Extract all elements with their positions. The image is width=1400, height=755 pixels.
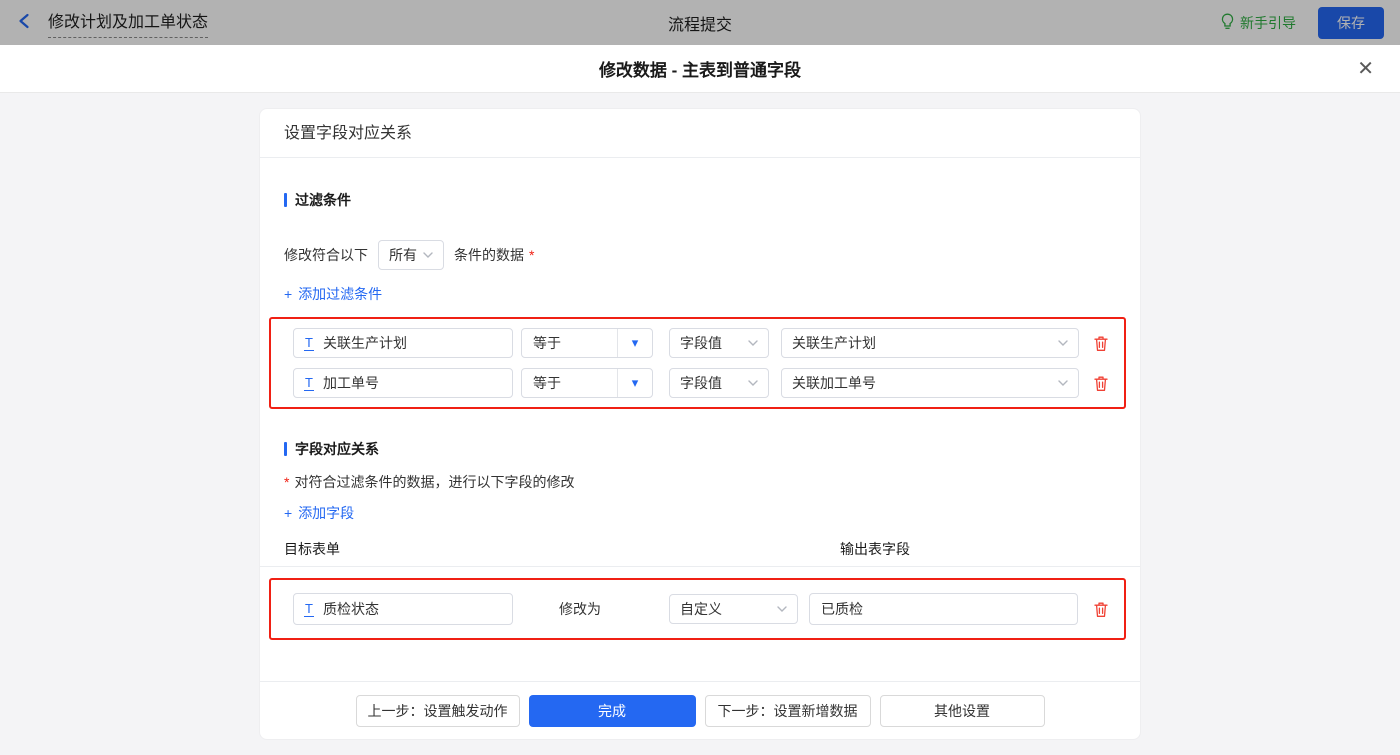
mapping-note: * 对符合过滤条件的数据，进行以下字段的修改 — [284, 472, 1116, 492]
mapping-mode-value: 自定义 — [680, 601, 722, 617]
caret-down-icon: ▾ — [617, 329, 652, 357]
beginner-guide-button[interactable]: 新手引导 — [1220, 13, 1296, 33]
filter-operator-value: 等于 — [533, 335, 561, 351]
card-footer: 上一步：设置触发动作 完成 下一步：设置新增数据 其他设置 — [260, 681, 1140, 739]
close-icon[interactable]: ✕ — [1357, 59, 1374, 79]
filter-value-select[interactable]: 关联生产计划 — [781, 328, 1079, 358]
delete-row-trash-icon[interactable] — [1093, 601, 1109, 618]
chevron-down-icon — [748, 380, 758, 386]
required-asterisk: * — [529, 247, 535, 263]
caret-down-icon: ▾ — [617, 369, 652, 397]
add-field-label: 添加字段 — [298, 505, 355, 521]
lightbulb-icon — [1220, 13, 1235, 33]
filter-field-select[interactable]: T 关联生产计划 — [293, 328, 513, 358]
text-field-icon: T — [304, 374, 314, 391]
chevron-down-icon — [423, 252, 433, 258]
mapping-value-text: 已质检 — [821, 601, 863, 617]
mapping-field-select[interactable]: T 质检状态 — [293, 593, 513, 625]
done-button[interactable]: 完成 — [528, 694, 696, 727]
filter-value-value: 关联生产计划 — [792, 335, 876, 351]
mapping-note-label: 对符合过滤条件的数据，进行以下字段的修改 — [294, 474, 575, 490]
mapping-column-headers: 目标表单 输出表字段 — [284, 539, 1116, 557]
mapping-mode-select[interactable]: 自定义 — [669, 594, 798, 624]
text-field-icon: T — [304, 600, 314, 617]
modal-header: 修改数据 - 主表到普通字段 ✕ — [0, 45, 1400, 93]
beginner-guide-label: 新手引导 — [1240, 14, 1296, 31]
condition-suffix-label: 条件的数据 — [454, 247, 524, 263]
delete-row-trash-icon[interactable] — [1093, 335, 1109, 352]
filter-section-title: 过滤条件 — [284, 190, 1116, 210]
filter-row: T 加工单号 等于 ▾ 字段值 关联加工单号 — [293, 368, 1124, 398]
filter-value-type-value: 字段值 — [680, 335, 722, 351]
settings-card: 设置字段对应关系 过滤条件 修改符合以下 所有 条件的数据 * + 添加过滤条件… — [259, 108, 1141, 740]
filter-field-select[interactable]: T 加工单号 — [293, 368, 513, 398]
add-filter-condition-label: 添加过滤条件 — [298, 286, 383, 302]
plus-icon: + — [284, 505, 293, 521]
filter-value-select[interactable]: 关联加工单号 — [781, 368, 1079, 398]
plus-icon: + — [284, 286, 293, 302]
required-asterisk: * — [284, 474, 290, 490]
modal-title: 修改数据 - 主表到普通字段 — [598, 61, 802, 80]
section-accent-bar — [284, 442, 287, 456]
filter-value-value: 关联加工单号 — [792, 375, 876, 391]
filter-value-type-value: 字段值 — [680, 375, 722, 391]
filter-condition-line: 修改符合以下 所有 条件的数据 * — [284, 240, 1116, 270]
section-accent-bar — [284, 193, 287, 207]
chevron-down-icon — [777, 606, 787, 612]
filter-operator-select[interactable]: 等于 ▾ — [521, 328, 653, 358]
card-header-title: 设置字段对应关系 — [260, 109, 1140, 158]
chevron-down-icon — [748, 340, 758, 346]
mapping-section-title: 字段对应关系 — [284, 439, 1116, 459]
next-step-button[interactable]: 下一步：设置新增数据 — [704, 694, 871, 727]
add-field-link[interactable]: + 添加字段 — [284, 503, 354, 523]
filter-row: T 关联生产计划 等于 ▾ 字段值 关联生产计划 — [293, 328, 1124, 358]
mapping-field-value: 质检状态 — [322, 601, 379, 617]
text-field-icon: T — [304, 334, 314, 351]
divider — [260, 566, 1140, 567]
mapping-row: T 质检状态 修改为 自定义 已质检 — [293, 593, 1124, 625]
other-settings-button[interactable]: 其他设置 — [879, 694, 1045, 727]
condition-prefix-label: 修改符合以下 — [284, 247, 368, 263]
filter-operator-value: 等于 — [533, 375, 561, 391]
modal-body: 设置字段对应关系 过滤条件 修改符合以下 所有 条件的数据 * + 添加过滤条件… — [0, 93, 1400, 755]
filter-value-type-select[interactable]: 字段值 — [669, 328, 769, 358]
save-button[interactable]: 保存 — [1318, 6, 1384, 39]
filter-value-type-select[interactable]: 字段值 — [669, 368, 769, 398]
modify-to-label: 修改为 — [559, 601, 601, 617]
match-mode-value: 所有 — [389, 247, 417, 263]
mapping-section-title-label: 字段对应关系 — [295, 441, 379, 457]
chevron-down-icon — [1058, 340, 1068, 346]
filter-section-title-label: 过滤条件 — [295, 192, 351, 208]
filter-field-value: 关联生产计划 — [322, 335, 407, 351]
prev-step-button[interactable]: 上一步：设置触发动作 — [355, 694, 520, 727]
chevron-down-icon — [1058, 380, 1068, 386]
filter-field-value: 加工单号 — [322, 375, 379, 391]
add-filter-condition-link[interactable]: + 添加过滤条件 — [284, 284, 382, 304]
column-output-field: 输出表字段 — [840, 541, 910, 557]
delete-row-trash-icon[interactable] — [1093, 375, 1109, 392]
match-mode-select[interactable]: 所有 — [378, 240, 444, 270]
topbar: 修改计划及加工单状态 流程提交 新手引导 保存 — [0, 0, 1400, 45]
filter-rows-highlight-box: T 关联生产计划 等于 ▾ 字段值 关联生产计划 T 加工单号 等于 ▾ 字段值… — [269, 317, 1126, 409]
filter-operator-select[interactable]: 等于 ▾ — [521, 368, 653, 398]
column-target-form: 目标表单 — [284, 541, 340, 557]
mapping-row-highlight-box: T 质检状态 修改为 自定义 已质检 — [269, 578, 1126, 640]
mapping-value-input[interactable]: 已质检 — [809, 593, 1078, 625]
topbar-center-title: 流程提交 — [667, 16, 732, 34]
